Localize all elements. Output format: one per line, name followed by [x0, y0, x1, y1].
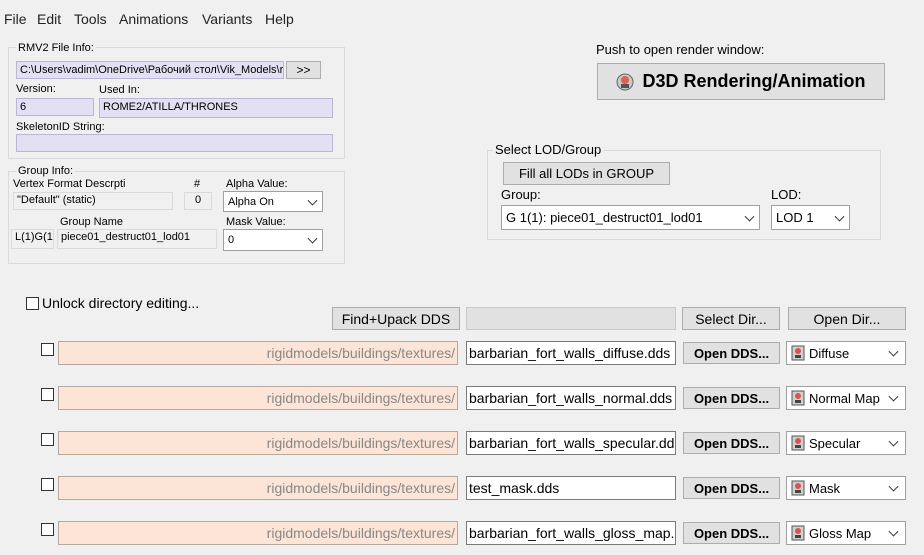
vertex-format-label: Vertex Format Descrpti — [13, 178, 126, 190]
texture-type-value: Gloss Map — [809, 525, 872, 541]
file-info-title: RMV2 File Info: — [16, 42, 96, 54]
chevron-down-icon — [307, 233, 318, 244]
texture-type-icon — [791, 390, 805, 406]
texture-checkbox[interactable] — [41, 433, 54, 446]
menu-edit[interactable]: Edit — [37, 11, 61, 27]
texture-file-field[interactable]: barbarian_fort_walls_specular.dds — [466, 431, 676, 455]
chevron-down-icon — [834, 211, 845, 222]
group-label: Group: — [501, 187, 541, 202]
group-name-label: Group Name — [60, 216, 123, 228]
render-button[interactable]: D3D Rendering/Animation — [597, 63, 885, 100]
group-info-title: Group Info: — [16, 165, 76, 177]
texture-type-select[interactable]: Mask — [786, 476, 906, 500]
chevron-down-icon — [888, 391, 899, 402]
texture-file-field[interactable]: barbarian_fort_walls_normal.dds — [466, 386, 676, 410]
chevron-down-icon — [888, 481, 899, 492]
open-dir-button[interactable]: Open Dir... — [788, 307, 906, 330]
mask-select-value: 0 — [228, 234, 235, 246]
texture-type-icon — [791, 345, 805, 361]
group-select[interactable]: G 1(1): piece01_destruct01_lod01 — [501, 205, 760, 230]
fill-lods-button[interactable]: Fill all LODs in GROUP — [503, 162, 670, 185]
chevron-down-icon — [888, 526, 899, 537]
menu-tools[interactable]: Tools — [74, 11, 107, 27]
texture-type-select[interactable]: Diffuse — [786, 341, 906, 365]
group-select-value: G 1(1): piece01_destruct01_lod01 — [506, 210, 703, 225]
texture-type-icon — [791, 480, 805, 496]
open-dds-button[interactable]: Open DDS... — [683, 342, 780, 364]
texture-type-value: Specular — [809, 435, 861, 451]
texture-checkbox[interactable] — [41, 478, 54, 491]
menu-help[interactable]: Help — [265, 11, 294, 27]
texture-file-field[interactable]: test_mask.dds — [466, 476, 676, 500]
chevron-down-icon — [888, 346, 899, 357]
texture-type-select[interactable]: Normal Map — [786, 386, 906, 410]
texture-type-icon — [791, 525, 805, 541]
menu-variants[interactable]: Variants — [202, 11, 252, 27]
used-in-label: Used In: — [99, 84, 140, 96]
texture-path-field[interactable]: rigidmodels/buildings/textures/ — [58, 476, 458, 500]
alpha-select-value: Alpha On — [228, 195, 274, 208]
texture-path-field[interactable]: rigidmodels/buildings/textures/ — [58, 521, 458, 545]
texture-type-select[interactable]: Specular — [786, 431, 906, 455]
texture-type-value: Normal Map — [809, 390, 880, 406]
chevron-down-icon — [307, 195, 318, 206]
hash-label: # — [194, 178, 201, 190]
texture-type-select[interactable]: Gloss Map — [786, 521, 906, 545]
menu-file[interactable]: File — [4, 11, 27, 27]
select-dir-button[interactable]: Select Dir... — [682, 307, 780, 330]
menu-animations[interactable]: Animations — [119, 11, 188, 27]
mask-select[interactable]: 0 — [223, 229, 323, 251]
lod-group-title: Select LOD/Group — [493, 142, 604, 157]
unlock-directory-checkbox[interactable] — [26, 297, 39, 310]
texture-type-value: Mask — [809, 480, 841, 496]
texture-checkbox[interactable] — [41, 523, 54, 536]
skeleton-field[interactable] — [16, 134, 333, 152]
texture-type-icon — [791, 435, 805, 451]
open-dds-button[interactable]: Open DDS... — [683, 477, 780, 499]
open-dds-button[interactable]: Open DDS... — [683, 387, 780, 409]
lod-select[interactable]: LOD 1 — [771, 205, 850, 230]
version-field[interactable]: 6 — [16, 98, 94, 116]
texture-file-field[interactable]: barbarian_fort_walls_gloss_map.d — [466, 521, 676, 545]
chevron-down-icon — [744, 211, 755, 222]
unlock-directory-label: Unlock directory editing... — [42, 295, 200, 311]
chevron-down-icon — [888, 436, 899, 447]
group-name-field[interactable]: piece01_destruct01_lod01 — [57, 229, 217, 249]
alpha-label: Alpha Value: — [226, 178, 288, 190]
lod-label: LOD: — [771, 187, 802, 202]
texture-path-field[interactable]: rigidmodels/buildings/textures/ — [58, 431, 458, 455]
texture-file-field[interactable]: barbarian_fort_walls_diffuse.dds — [466, 341, 676, 365]
open-dds-button[interactable]: Open DDS... — [683, 432, 780, 454]
lod-select-value: LOD 1 — [776, 210, 814, 225]
render-button-label: D3D Rendering/Animation — [642, 71, 866, 91]
version-label: Version: — [16, 83, 56, 95]
file-path-field[interactable]: C:\Users\vadim\OneDrive\Рабочий стол\Vik… — [16, 61, 284, 79]
find-unpack-dds-button[interactable]: Find+Upack DDS — [332, 307, 460, 330]
alpha-select[interactable]: Alpha On — [223, 191, 323, 212]
browse-button[interactable]: >> — [286, 61, 321, 79]
texture-checkbox[interactable] — [41, 343, 54, 356]
lod-group-index-field[interactable]: L(1)G(1) — [11, 229, 54, 249]
open-dds-button[interactable]: Open DDS... — [683, 522, 780, 544]
texture-checkbox[interactable] — [41, 388, 54, 401]
used-in-field[interactable]: ROME2/ATILLA/THRONES — [99, 98, 333, 118]
menu-bar: File Edit Tools Animations Variants Help — [0, 0, 924, 38]
texture-path-field[interactable]: rigidmodels/buildings/textures/ — [58, 386, 458, 410]
hash-field[interactable]: 0 — [184, 192, 212, 210]
skeleton-label: SkeletonID String: — [16, 121, 105, 133]
render-caption: Push to open render window: — [596, 42, 765, 57]
mask-label: Mask Value: — [226, 216, 286, 228]
render-icon — [616, 73, 634, 90]
texture-type-value: Diffuse — [809, 345, 850, 361]
directory-field[interactable] — [466, 307, 676, 330]
texture-path-field[interactable]: rigidmodels/buildings/textures/ — [58, 341, 458, 365]
vertex-format-field[interactable]: "Default" (static) — [13, 192, 173, 210]
